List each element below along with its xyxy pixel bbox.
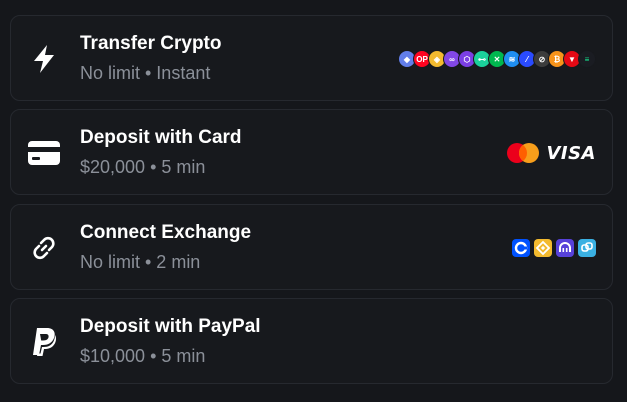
connect-exchange-option[interactable]: Connect Exchange No limit • 2 min [10,204,613,290]
option-subtitle: $10,000 • 5 min [80,346,206,366]
kraken-icon [556,239,574,257]
link-icon [28,232,60,264]
option-title: Deposit with PayPal [80,316,261,337]
transfer-crypto-option[interactable]: Transfer Crypto No limit • Instant ◆ OP ◈ ∞… [10,15,613,101]
lightning-bolt-icon [28,43,60,75]
supported-chains-logos: ◆ OP ◈ ∞ ⬡ ⊷ ✕ ≋ ⁄ ⊘ ₿ ▼ ≡ [398,49,596,69]
option-title: Transfer Crypto [80,33,222,54]
binance-icon [534,239,552,257]
deposit-method-list: Transfer Crypto No limit • Instant ◆ OP ◈ ∞… [0,0,627,402]
okx-icon [578,239,596,257]
mastercard-icon [507,143,540,163]
option-subtitle: No limit • Instant [80,63,211,83]
solana-icon: ≡ [578,50,596,68]
deposit-card-option[interactable]: Deposit with Card $20,000 • 5 min VISA [10,109,613,195]
credit-card-icon [28,137,60,169]
option-subtitle: No limit • 2 min [80,252,201,272]
coinbase-icon [512,239,530,257]
option-subtitle: $20,000 • 5 min [80,157,206,177]
option-title: Deposit with Card [80,127,242,148]
exchange-logos [508,238,596,258]
visa-logo: VISA [546,142,596,164]
option-title: Connect Exchange [80,222,252,243]
paypal-icon [28,326,60,358]
card-brand-logos: VISA [506,142,596,164]
deposit-paypal-option[interactable]: Deposit with PayPal $10,000 • 5 min [10,298,613,384]
